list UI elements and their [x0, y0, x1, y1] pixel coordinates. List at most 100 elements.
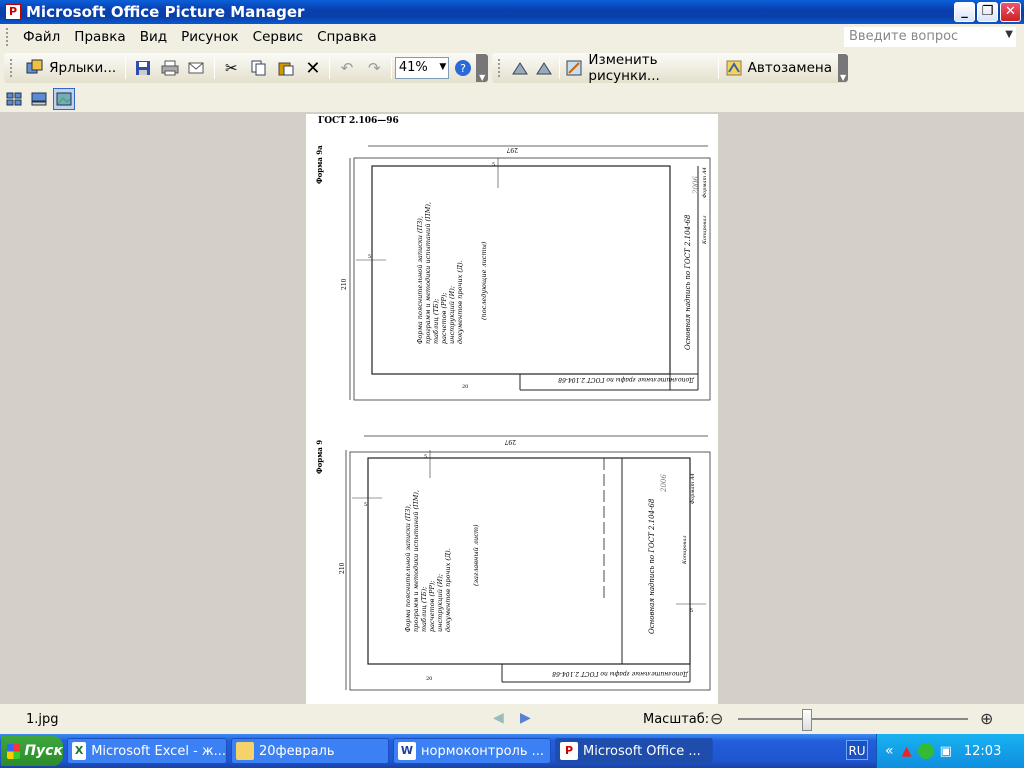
toolbar-separator: [125, 57, 127, 79]
shortcuts-icon[interactable]: [22, 57, 45, 79]
ask-question-placeholder: Введите вопрос: [849, 29, 959, 44]
form-a-title-block: Основная надпись по ГОСТ 2.104-68: [684, 214, 692, 350]
toolbar-separator: [558, 57, 560, 79]
autocorrect-button[interactable]: Автозамена: [748, 60, 832, 76]
menu-view[interactable]: Вид: [133, 29, 174, 45]
paste-icon[interactable]: [274, 57, 297, 79]
menu-tools[interactable]: Сервис: [246, 29, 310, 45]
toolbar-options-icon[interactable]: ▼: [476, 54, 489, 82]
view-toolbar: [0, 86, 1024, 112]
rotate-left-icon[interactable]: [510, 57, 530, 79]
filmstrip-view-icon[interactable]: [28, 88, 50, 110]
shortcuts-button[interactable]: Ярлыки...: [49, 60, 116, 76]
form-b-format: Формат А4: [690, 473, 696, 504]
task-folder[interactable]: 20февраль: [231, 738, 389, 764]
form-b-title-block: Основная надпись по ГОСТ 2.104-68: [648, 498, 656, 634]
file-name: 1.jpg: [26, 712, 59, 727]
toolbar-options-icon[interactable]: ▼: [838, 54, 848, 82]
cut-icon[interactable]: ✂: [220, 57, 243, 79]
zoom-slider-thumb[interactable]: [802, 709, 812, 731]
network-icon[interactable]: ▣: [940, 744, 952, 759]
rotate-right-icon[interactable]: [534, 57, 554, 79]
excel-icon: X: [72, 742, 87, 760]
antivirus-icon[interactable]: [917, 743, 934, 759]
form-a-bottom-strip: Дополнительные графы по ГОСТ 2.104-68: [558, 376, 695, 383]
restore-button[interactable]: ❐: [977, 2, 998, 22]
form-b-bottom-strip: Дополнительные графы по ГОСТ 2.104-68: [552, 670, 689, 677]
chevron-down-icon[interactable]: ▼: [1005, 29, 1013, 40]
form-a-format: Формат А4: [702, 167, 708, 198]
print-icon[interactable]: [158, 57, 181, 79]
close-button[interactable]: ✕: [1000, 2, 1021, 22]
menu-bar: Файл Правка Вид Рисунок Сервис Справка В…: [0, 24, 1024, 50]
form-b-copied: Копировал: [682, 535, 688, 565]
redo-icon[interactable]: ↷: [363, 57, 386, 79]
task-word[interactable]: W нормоконтроль ...: [393, 738, 551, 764]
toolbar-grip[interactable]: [498, 59, 502, 77]
form-a-dim-top: 5: [492, 162, 495, 168]
autocorrect-icon[interactable]: [724, 57, 744, 79]
form-b-dim-top: 5: [424, 454, 427, 460]
form-b-sheet-note: (заглавный лист): [472, 524, 480, 586]
form-b-text-line: Форма пояснительной записки (ПЗ),: [404, 504, 412, 632]
zoom-slider-track[interactable]: [738, 718, 968, 720]
form-a-dim-left: 5: [368, 254, 371, 260]
toolbar-separator: [213, 57, 215, 79]
email-icon[interactable]: [186, 57, 209, 79]
save-icon[interactable]: [131, 57, 154, 79]
folder-icon: [236, 742, 254, 760]
form-b-dim-width: 297: [504, 438, 516, 445]
minimize-button[interactable]: _: [954, 2, 975, 22]
form-a-copied: Копировал: [702, 215, 708, 245]
thumbnail-view-icon[interactable]: [3, 88, 25, 110]
task-picture-manager[interactable]: P Microsoft Office ...: [555, 738, 713, 764]
zoom-in-icon[interactable]: ⊕: [980, 709, 993, 728]
ask-question-box[interactable]: Введите вопрос ▼: [844, 27, 1016, 47]
windows-logo-icon: [7, 743, 21, 759]
single-picture-view-icon[interactable]: [53, 88, 75, 110]
start-button[interactable]: Пуск: [1, 736, 63, 766]
status-bar: 1.jpg ◀ ▶ Масштаб: ⊖ ⊕: [0, 704, 1024, 734]
copy-icon[interactable]: [247, 57, 270, 79]
form-b-label: Форма 9: [315, 440, 324, 474]
clock[interactable]: 12:03: [964, 744, 1001, 759]
task-label: Microsoft Office ...: [583, 743, 701, 759]
system-tray: « ▲ ▣ 12:03: [876, 734, 1024, 768]
form-b-year: 2006: [660, 474, 668, 493]
undo-icon[interactable]: ↶: [335, 57, 358, 79]
menu-edit[interactable]: Правка: [67, 29, 132, 45]
toolbar-separator: [329, 57, 331, 79]
picture-manager-icon: P: [5, 4, 21, 20]
form-a-sheet: [353, 157, 711, 401]
form-a-text-line: Форма пояснительной записки (ПЗ),: [416, 216, 424, 344]
zoom-combo[interactable]: 41% ▼: [394, 57, 450, 79]
safely-remove-hardware-icon[interactable]: ▲: [902, 744, 912, 759]
window-title: Microsoft Office Picture Manager: [26, 3, 305, 21]
menu-picture[interactable]: Рисунок: [174, 29, 246, 45]
form-b-dim-left: 5: [364, 502, 367, 508]
delete-icon[interactable]: ✕: [301, 57, 324, 79]
task-excel[interactable]: X Microsoft Excel - ж...: [67, 738, 227, 764]
menu-help[interactable]: Справка: [310, 29, 383, 45]
previous-picture-icon[interactable]: ◀: [493, 710, 504, 726]
edit-pictures-icon[interactable]: [565, 57, 585, 79]
form-a-sheet-note: (последующие листы): [480, 241, 488, 320]
form-b-text-line: программ и методики испытаний (ПМ),: [412, 490, 420, 632]
zoom-label: Масштаб:: [643, 712, 710, 727]
toolbar-grip[interactable]: [10, 59, 14, 77]
form-a-dim-bottom: 20: [462, 384, 468, 390]
menu-grip[interactable]: [6, 28, 10, 46]
chevron-down-icon[interactable]: ▼: [439, 62, 446, 72]
language-indicator[interactable]: RU: [846, 740, 868, 760]
form-a-text-line: инструкций (И);: [448, 286, 456, 344]
show-hidden-icons-icon[interactable]: «: [885, 743, 894, 759]
next-picture-icon[interactable]: ▶: [520, 710, 531, 726]
start-label: Пуск: [24, 743, 63, 759]
picture-manager-icon: P: [560, 742, 578, 760]
help-icon[interactable]: ?: [451, 57, 474, 79]
zoom-out-icon[interactable]: ⊖: [710, 709, 723, 728]
form-b-dim-bottom: 20: [426, 676, 432, 682]
form-a-text-line: документов прочих (Д).: [456, 260, 464, 344]
menu-file[interactable]: Файл: [16, 29, 67, 45]
edit-pictures-button[interactable]: Изменить рисунки...: [588, 52, 708, 84]
